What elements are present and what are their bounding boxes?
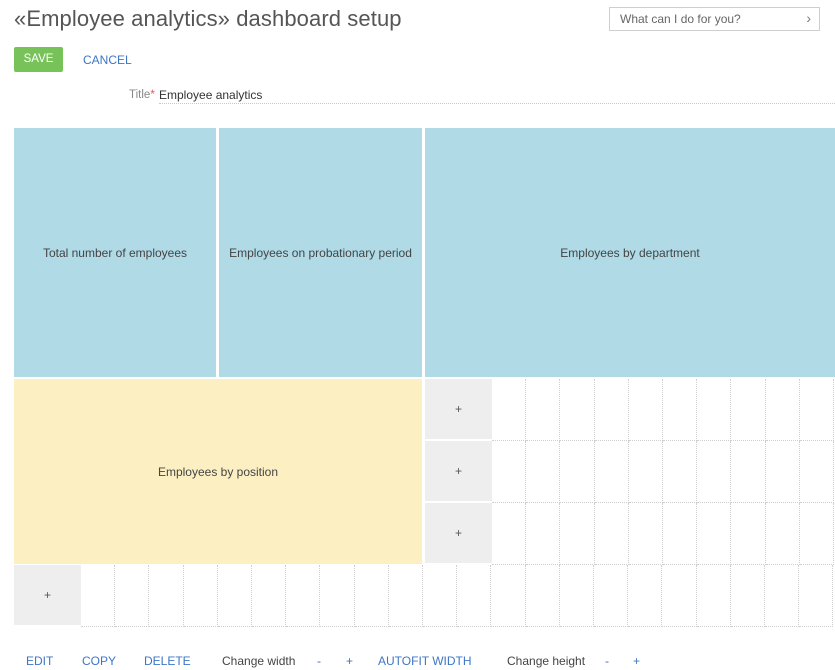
height-decrease-button[interactable]: - [605, 654, 609, 668]
width-increase-button[interactable]: + [346, 654, 353, 668]
change-width-label: Change width [222, 654, 296, 668]
grid-cell [663, 379, 698, 441]
widget-label: Employees by position [157, 464, 279, 479]
add-cell-button[interactable]: + [425, 379, 492, 440]
grid-cell [765, 565, 800, 627]
grid-cell [662, 565, 697, 627]
grid-cell [696, 565, 731, 627]
save-button[interactable]: SAVE [14, 47, 63, 72]
grid-cell [799, 565, 834, 627]
grid-cell [491, 565, 526, 627]
widget-toolbar: EDIT COPY DELETE Change width - + AUTOFI… [0, 648, 835, 668]
grid-cell [628, 441, 663, 503]
grid-cell [697, 503, 732, 565]
grid-cell [457, 565, 492, 627]
grid-cell [594, 503, 629, 565]
chevron-right-icon[interactable]: › [806, 10, 811, 26]
grid-cell [663, 441, 698, 503]
widget-label: Employees by department [560, 245, 700, 260]
widget-employees-by-position[interactable]: Employees by position [14, 379, 422, 564]
grid-cell [526, 379, 561, 441]
grid-cell [594, 379, 629, 441]
copy-button[interactable]: COPY [82, 654, 116, 668]
grid-cell [388, 565, 423, 627]
grid-cell [697, 379, 732, 441]
grid-cell [765, 503, 800, 565]
grid-cell [423, 565, 458, 627]
height-increase-button[interactable]: + [633, 654, 640, 668]
grid-cell [697, 441, 732, 503]
grid-cell [765, 379, 800, 441]
delete-button[interactable]: DELETE [144, 654, 191, 668]
grid-cell [492, 379, 527, 441]
widget-label: Total number of employees [42, 245, 188, 260]
grid-cell [799, 441, 834, 503]
grid-cell [594, 441, 629, 503]
grid-cell [560, 503, 595, 565]
search-placeholder: What can I do for you? [620, 12, 741, 26]
grid-cell [594, 565, 629, 627]
widget-label: Employees on probationary period [229, 245, 412, 260]
grid-cell [525, 565, 560, 627]
required-marker: * [150, 89, 155, 101]
grid-cell [560, 379, 595, 441]
grid-cell [526, 503, 561, 565]
grid-cell [492, 441, 527, 503]
grid-cell [628, 379, 663, 441]
grid-cell [765, 441, 800, 503]
grid-cell [252, 565, 287, 627]
grid-cell [526, 441, 561, 503]
widget-total-employees[interactable]: Total number of employees [14, 128, 216, 377]
grid-cell [183, 565, 218, 627]
grid-cell [81, 565, 116, 627]
command-search-input[interactable]: What can I do for you? › [609, 7, 820, 31]
grid-cell [217, 565, 252, 627]
add-cell-button[interactable]: + [14, 565, 81, 626]
grid-cell [560, 441, 595, 503]
title-label-text: Title [129, 89, 151, 101]
cancel-button[interactable]: CANCEL [83, 53, 132, 67]
add-cell-button[interactable]: + [425, 503, 492, 564]
grid-cell [115, 565, 150, 627]
widget-employees-by-department[interactable]: Employees by department [425, 128, 835, 377]
title-field-input[interactable]: Employee analytics [159, 86, 835, 104]
autofit-width-button[interactable]: AUTOFIT WIDTH [378, 654, 472, 668]
grid-cell [731, 441, 766, 503]
add-cell-button[interactable]: + [425, 441, 492, 502]
edit-button[interactable]: EDIT [26, 654, 53, 668]
dashboard-grid: Total number of employees Employees on p… [14, 128, 835, 628]
grid-cell [628, 503, 663, 565]
change-height-label: Change height [507, 654, 586, 668]
grid-cell [320, 565, 355, 627]
grid-cell [492, 503, 527, 565]
grid-cell [730, 565, 765, 627]
grid-cell [731, 379, 766, 441]
grid-cell [799, 503, 834, 565]
grid-cell [559, 565, 594, 627]
grid-cell [286, 565, 321, 627]
grid-cell [663, 503, 698, 565]
grid-cell [799, 379, 834, 441]
title-field-label: Title* [129, 89, 155, 101]
grid-cell [354, 565, 389, 627]
width-decrease-button[interactable]: - [317, 654, 321, 668]
grid-cell [149, 565, 184, 627]
widget-probationary-employees[interactable]: Employees on probationary period [219, 128, 422, 377]
grid-cell [731, 503, 766, 565]
grid-cell [628, 565, 663, 627]
page-title: «Employee analytics» dashboard setup [14, 6, 402, 31]
